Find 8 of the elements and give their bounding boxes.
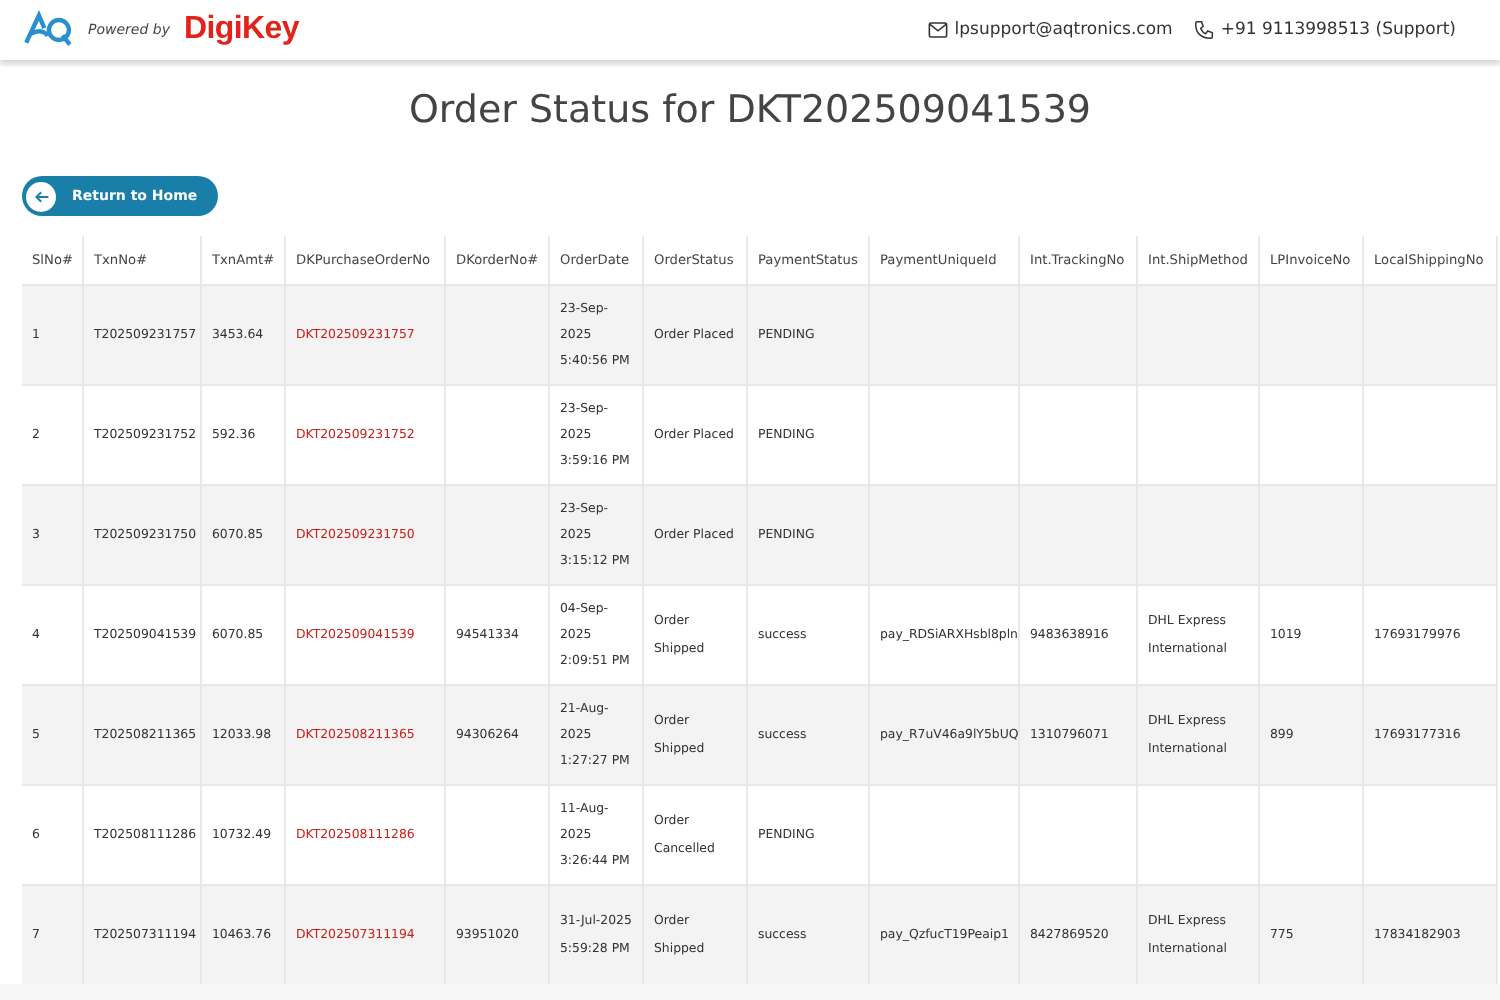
left-arrow-icon bbox=[33, 189, 49, 203]
page-title: Order Status for DKT202509041539 bbox=[408, 88, 1092, 132]
mail-icon bbox=[928, 22, 949, 38]
logo-icon bbox=[22, 10, 74, 50]
support-phone: +91 9113998513 (Support) bbox=[1220, 20, 1456, 40]
brand-logo-text: DigiKey bbox=[183, 12, 299, 48]
phone-icon bbox=[1194, 20, 1215, 40]
support-email: lpsupport@aqtronics.com bbox=[954, 20, 1173, 40]
